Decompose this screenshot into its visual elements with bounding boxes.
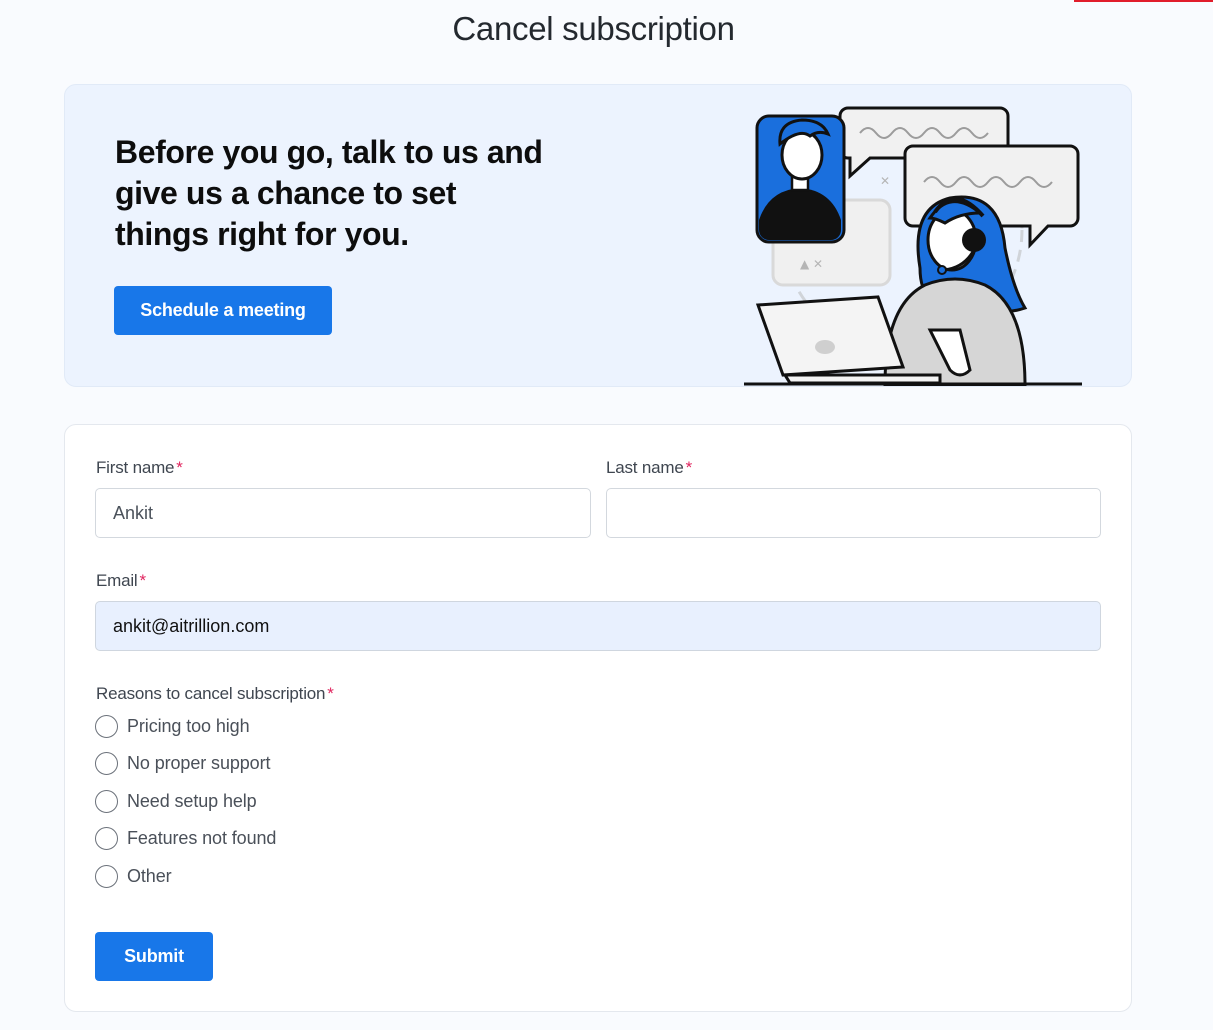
last-name-label-text: Last name [606,458,684,477]
last-name-label: Last name * [606,458,692,478]
top-accent-line [1074,0,1213,2]
reason-option-other[interactable]: Other [95,863,172,889]
first-name-input[interactable] [95,488,591,538]
reasons-label-text: Reasons to cancel subscription [96,684,326,703]
reason-option-features[interactable]: Features not found [95,825,276,851]
hero-banner: Before you go, talk to us and give us a … [64,84,1132,387]
page-title: Cancel subscription [452,10,735,47]
required-marker: * [139,571,147,590]
reasons-label: Reasons to cancel subscription * [96,684,334,704]
radio-unchecked-icon[interactable] [95,714,118,738]
last-name-input[interactable] [606,488,1101,538]
reason-option-setup[interactable]: Need setup help [95,788,257,814]
cancel-subscription-form: First name* Last name* Email* Reasons to… [64,424,1132,1012]
reason-option-label: Need setup help [127,790,257,811]
reason-option-support[interactable]: No proper support [95,750,270,776]
submit-button[interactable]: Submit [95,932,213,981]
reason-option-label: Pricing too high [127,715,250,736]
svg-text:✕: ✕ [880,174,890,188]
first-name-label: First name * [96,458,183,478]
reason-option-label: Features not found [127,827,277,848]
required-marker: * [176,458,183,477]
email-label: Email * [96,571,146,591]
reason-option-pricing[interactable]: Pricing too high [95,713,250,739]
email-input[interactable] [95,601,1101,651]
hero-heading: Before you go, talk to us and give us a … [115,134,543,252]
radio-unchecked-icon[interactable] [95,826,118,850]
support-agent-illustration: ▲ ✕ ✕ [744,106,1082,386]
svg-text:▲ ✕: ▲ ✕ [800,257,823,271]
radio-unchecked-icon[interactable] [95,864,118,888]
required-marker: * [685,458,693,477]
radio-unchecked-icon[interactable] [95,789,118,813]
reason-option-label: No proper support [127,752,271,773]
radio-unchecked-icon[interactable] [95,751,118,775]
required-marker: * [327,684,334,703]
email-label-text: Email [96,571,138,590]
reason-option-label: Other [127,865,172,886]
first-name-label-text: First name [96,458,175,477]
schedule-meeting-button[interactable]: Schedule a meeting [114,286,332,335]
